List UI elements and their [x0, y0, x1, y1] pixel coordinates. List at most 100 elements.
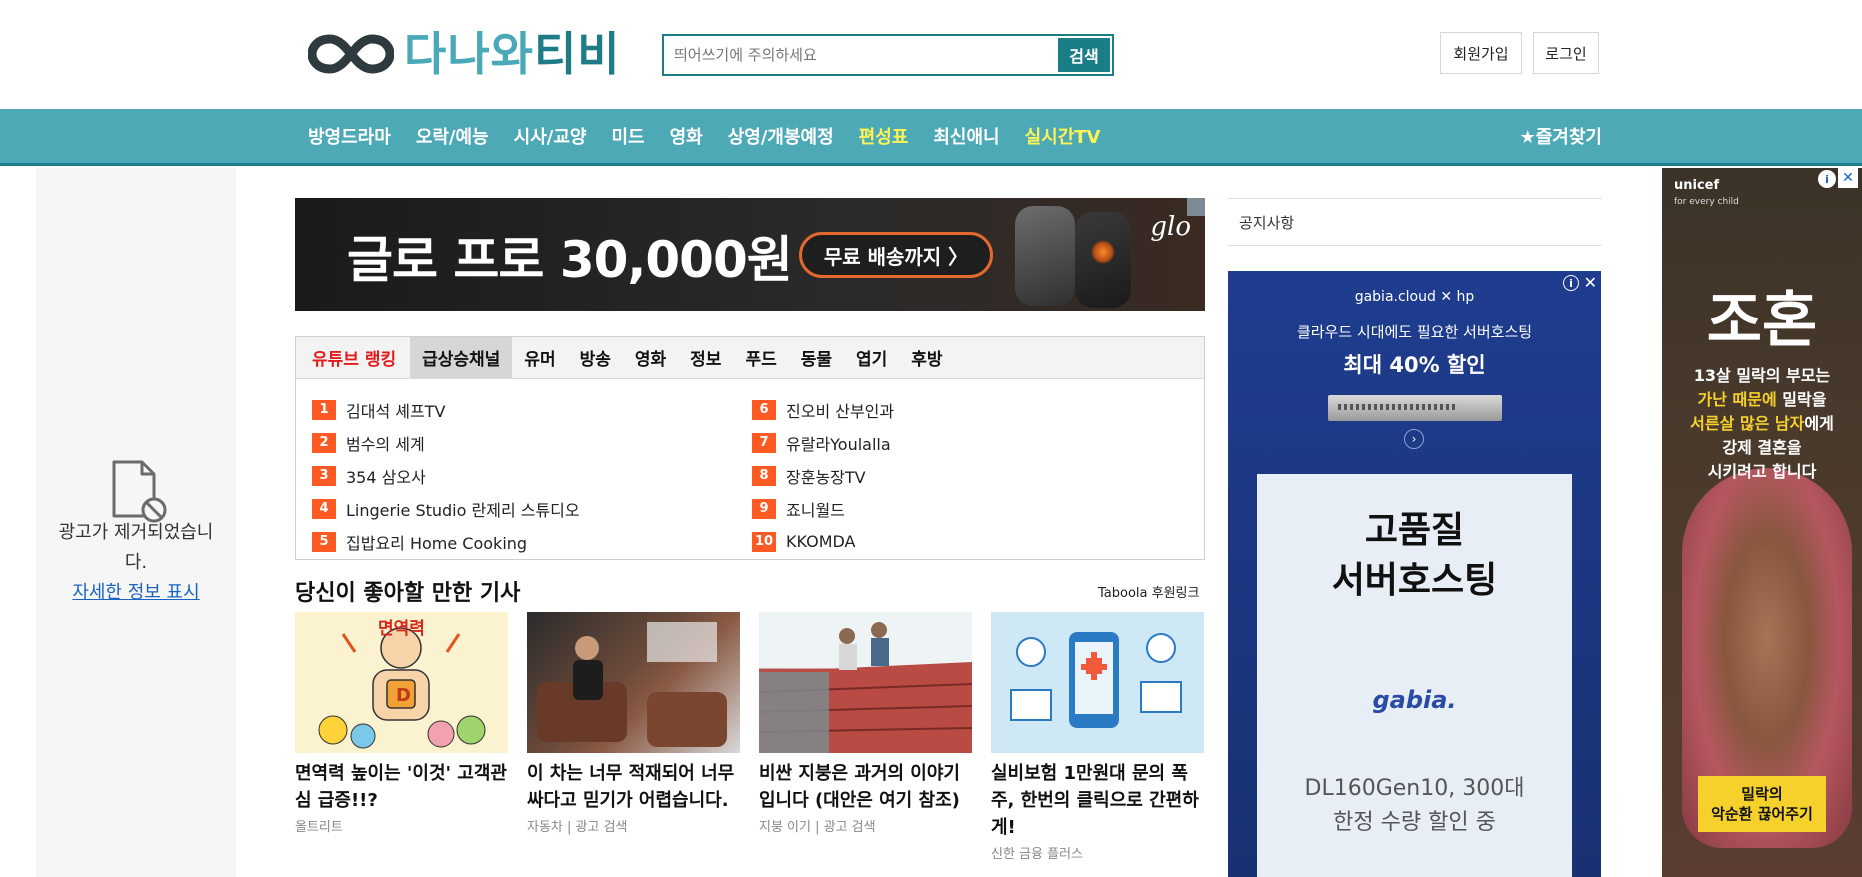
ranking-tab[interactable]: 영화	[623, 337, 678, 378]
article-card[interactable]: 이 차는 너무 적재되어 너무 싸다고 믿기가 어렵습니다. 자동차 | 광고 …	[527, 612, 740, 835]
banner-title: 글로 프로 30,000원	[347, 231, 793, 289]
channel-name[interactable]: 장훈농장TV	[786, 464, 866, 488]
immunity-cartoon-caption: 면역력	[378, 619, 425, 639]
youtube-ranking-panel: 유튜브 랭킹 급상승채널 유머 방송 영화 정보 푸드 동물 엽기 후방 1 김대석 셰프TV 2 범수…	[295, 336, 1205, 560]
glo-banner-ad[interactable]: 글로 프로 30,000원 무료 배송까지 〉 glo	[295, 198, 1205, 311]
unicef-cta-button[interactable]: 밀락의 악순환 끊어주기	[1698, 776, 1826, 832]
gabia-hp-brand: gabia.cloud ✕ hp	[1354, 289, 1475, 305]
immunity-cartoon-image: D 면역력	[295, 612, 508, 753]
logo-text-part1: 다나와	[404, 27, 534, 81]
channel-name[interactable]: 김대석 셰프TV	[346, 398, 445, 422]
channel-name[interactable]: Lingerie Studio 란제리 스튜디오	[346, 497, 580, 521]
channel-name[interactable]: KKOMDA	[786, 532, 856, 551]
article-title[interactable]: 실비보험 1만원대 문의 폭주, 한번의 클릭으로 간편하게!	[991, 760, 1204, 841]
ranking-item[interactable]: 1 김대석 셰프TV	[312, 393, 580, 426]
unicef-ad[interactable]: i ✕ unicef for every child 조혼 13살 밀락의 부모…	[1662, 168, 1862, 877]
body-text: 에게	[1804, 414, 1834, 433]
taboola-sponsor-link[interactable]: Taboola 후원링크	[1098, 582, 1199, 601]
rank-number-badge: 1	[312, 399, 336, 420]
ranking-tab[interactable]: 유튜브 랭킹	[296, 337, 410, 378]
signup-button[interactable]: 회원가입	[1440, 32, 1522, 74]
ranking-tab[interactable]: 유머	[512, 337, 567, 378]
ranking-item[interactable]: 6 진오비 산부인과	[752, 393, 894, 426]
channel-name[interactable]: 범수의 세계	[346, 431, 425, 455]
nav-item[interactable]: 실시간TV	[1025, 123, 1101, 149]
unicef-body-line: 시키려고 합니다	[1707, 462, 1817, 481]
ranking-item[interactable]: 2 범수의 세계	[312, 426, 580, 459]
channel-name[interactable]: 354 삼오사	[346, 464, 426, 488]
nav-item[interactable]: 최신애니	[933, 123, 999, 149]
infinity-logo-icon	[308, 34, 394, 74]
nav-item[interactable]: 상영/개봉예정	[728, 123, 834, 149]
channel-name[interactable]: 진오비 산부인과	[786, 398, 894, 422]
ranking-item[interactable]: 5 집밥요리 Home Cooking	[312, 525, 580, 558]
nav-item[interactable]: 미드	[611, 123, 644, 149]
article-card[interactable]: 비싼 지붕은 과거의 이야기입니다 (대안은 여기 참조) 지붕 이기 | 광고…	[759, 612, 972, 835]
ranking-tab[interactable]: 푸드	[733, 337, 788, 378]
nav-item[interactable]: 영화	[670, 123, 703, 149]
article-title[interactable]: 비싼 지붕은 과거의 이야기입니다 (대안은 여기 참조)	[759, 760, 972, 814]
ranking-item[interactable]: 9 죠니월드	[752, 492, 894, 525]
nav-menu: 방영드라마 오락/예능 시사/교양 미드 영화 상영/개봉예정 편성표 최신애니 실시간TV	[308, 109, 1125, 163]
ranking-tab[interactable]: 급상승채널	[410, 337, 513, 378]
roof-workers-graphic	[759, 622, 972, 753]
login-button[interactable]: 로그인	[1533, 32, 1599, 74]
ranking-tab[interactable]: 방송	[568, 337, 623, 378]
search-input[interactable]	[674, 43, 1054, 67]
notice-label: 공지사항	[1239, 214, 1295, 232]
ranking-tab[interactable]: 후방	[899, 337, 954, 378]
ranking-tab[interactable]: 동물	[789, 337, 844, 378]
ranking-item[interactable]: 3 354 삼오사	[312, 459, 580, 492]
cta-line: 밀락의	[1741, 785, 1783, 803]
chevron-right-icon[interactable]: ›	[1404, 429, 1424, 449]
article-source: 올트리트	[295, 820, 343, 835]
article-title[interactable]: 이 차는 너무 적재되어 너무 싸다고 믿기가 어렵습니다.	[527, 760, 740, 814]
rank-number-badge: 2	[312, 432, 336, 453]
unicef-body-line: 13살 밀락의 부모는	[1693, 366, 1831, 385]
unicef-logo: unicef	[1674, 178, 1720, 193]
rank-number-badge: 5	[312, 531, 336, 552]
rank-number-badge: 6	[752, 399, 776, 420]
ranking-item[interactable]: 4 Lingerie Studio 란제리 스튜디오	[312, 492, 580, 525]
ad-info-icon[interactable]: i	[1818, 170, 1836, 188]
search-button[interactable]: 검색	[1058, 38, 1110, 72]
ranking-item[interactable]: 10 KKOMDA	[752, 525, 894, 558]
ranking-item[interactable]: 8 장훈농장TV	[752, 459, 894, 492]
device-image	[1075, 212, 1131, 308]
insurance-phone-image	[991, 612, 1204, 753]
channel-name[interactable]: 유랄라Youlalla	[786, 431, 891, 455]
ranking-tab[interactable]: 정보	[678, 337, 733, 378]
ranking-tab[interactable]: 엽기	[844, 337, 899, 378]
channel-name[interactable]: 죠니월드	[786, 497, 845, 521]
insurance-phone-graphic	[1010, 632, 1182, 728]
nav-item[interactable]: 오락/예능	[416, 123, 489, 149]
article-title[interactable]: 면역력 높이는 '이것' 고객관심 급증!!?	[295, 760, 508, 814]
article-source: 자동차 | 광고 검색	[527, 820, 628, 835]
ranking-item[interactable]: 7 유랄라Youlalla	[752, 426, 894, 459]
favorites-link[interactable]: ★즐겨찾기	[1520, 109, 1602, 163]
ranking-tabs: 유튜브 랭킹 급상승채널 유머 방송 영화 정보 푸드 동물 엽기 후방	[296, 337, 1204, 379]
site-logo[interactable]: 다나와티비	[308, 28, 621, 80]
ad-choices-icon[interactable]	[1187, 198, 1205, 216]
rank-number-badge: 7	[752, 432, 776, 453]
channel-name[interactable]: 집밥요리 Home Cooking	[346, 530, 527, 554]
svg-text:D: D	[396, 685, 411, 706]
ad-close-icon[interactable]: ✕	[1838, 168, 1858, 188]
nav-item[interactable]: 시사/교양	[514, 123, 587, 149]
ad-info-link[interactable]: 자세한 정보 표시	[36, 578, 236, 604]
ad-removed-message: 광고가 제거되었습니다.	[58, 522, 214, 573]
recommended-articles-title: 당신이 좋아할 만한 기사	[295, 581, 521, 606]
unicef-title: 조혼	[1706, 286, 1818, 356]
notice-box[interactable]: 공지사항	[1228, 198, 1602, 246]
gabia-server-ad[interactable]: i ✕ gabia.cloud ✕ hp 클라우드 시대에도 필요한 서버호스팅…	[1228, 271, 1601, 877]
banner-cta-button[interactable]: 무료 배송까지 〉	[799, 232, 993, 278]
left-ad-placeholder: 광고가 제거되었습니다. 자세한 정보 표시	[36, 168, 236, 877]
search-box: 검색	[662, 34, 1114, 76]
rank-number-badge: 10	[752, 531, 776, 552]
article-source: 신한 금융 플러스	[991, 847, 1083, 862]
nav-item[interactable]: 편성표	[859, 123, 909, 149]
article-card[interactable]: 실비보험 1만원대 문의 폭주, 한번의 클릭으로 간편하게! 신한 금융 플러…	[991, 612, 1204, 862]
article-card[interactable]: D 면역력 면역력 높이는 '이것' 고객관심 급증!!? 올트리트	[295, 612, 508, 835]
nav-item[interactable]: 방영드라마	[308, 123, 391, 149]
body-text: 밀락을	[1776, 390, 1827, 409]
